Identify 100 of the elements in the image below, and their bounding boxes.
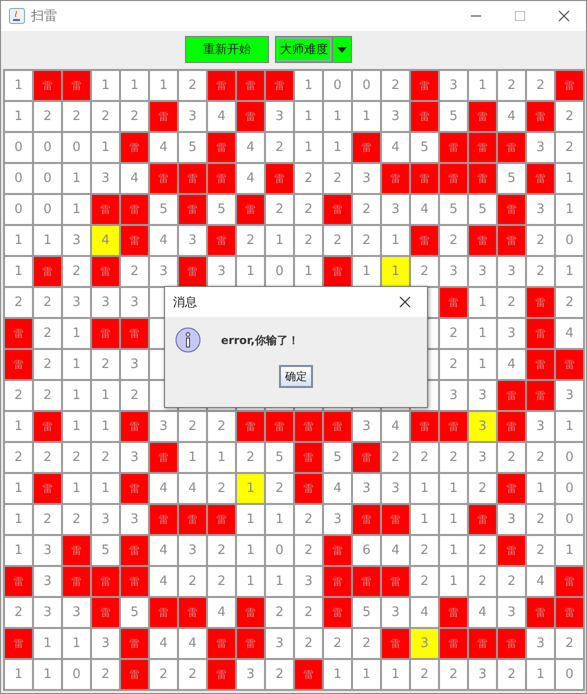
mine-cell[interactable]: 雷 xyxy=(440,629,467,658)
number-cell[interactable]: 2 xyxy=(63,257,90,286)
number-cell[interactable]: 4 xyxy=(150,226,177,255)
mine-cell[interactable]: 雷 xyxy=(498,133,525,162)
number-cell[interactable]: 2 xyxy=(34,381,61,410)
number-cell[interactable]: 0 xyxy=(556,660,583,689)
number-cell[interactable]: 1 xyxy=(5,505,32,534)
number-cell[interactable]: 1 xyxy=(5,660,32,689)
mine-cell[interactable]: 雷 xyxy=(92,195,119,224)
number-cell[interactable]: 5 xyxy=(440,102,467,131)
number-cell[interactable]: 3 xyxy=(469,443,496,472)
number-cell[interactable]: 4 xyxy=(411,195,438,224)
number-cell[interactable]: 5 xyxy=(324,443,351,472)
number-cell[interactable]: 2 xyxy=(237,443,264,472)
number-cell[interactable]: 0 xyxy=(266,536,293,565)
mine-cell[interactable]: 雷 xyxy=(440,288,467,317)
number-cell[interactable]: 2 xyxy=(179,412,206,441)
number-cell[interactable]: 5 xyxy=(92,536,119,565)
number-cell[interactable]: 3 xyxy=(469,381,496,410)
mine-cell[interactable]: 雷 xyxy=(353,133,380,162)
number-cell[interactable]: 2 xyxy=(266,133,293,162)
number-cell[interactable]: 3 xyxy=(382,474,409,503)
number-cell[interactable]: 3 xyxy=(440,257,467,286)
number-cell[interactable]: 0 xyxy=(353,71,380,100)
number-cell[interactable]: 2 xyxy=(34,102,61,131)
number-cell[interactable]: 3 xyxy=(527,412,554,441)
number-cell[interactable]: 5 xyxy=(498,164,525,193)
number-cell[interactable]: 3 xyxy=(382,102,409,131)
number-cell[interactable]: 1 xyxy=(353,660,380,689)
mine-cell[interactable]: 雷 xyxy=(527,164,554,193)
number-cell[interactable]: 3 xyxy=(266,102,293,131)
mine-cell[interactable]: 雷 xyxy=(179,195,206,224)
number-cell[interactable]: 3 xyxy=(353,474,380,503)
number-cell[interactable]: 0 xyxy=(63,133,90,162)
mine-cell[interactable]: 雷 xyxy=(63,536,90,565)
number-cell[interactable]: 4 xyxy=(498,350,525,379)
mine-cell[interactable]: 雷 xyxy=(237,102,264,131)
mine-cell[interactable]: 雷 xyxy=(121,474,148,503)
mine-cell[interactable]: 雷 xyxy=(208,133,235,162)
number-cell[interactable]: 0 xyxy=(34,133,61,162)
number-cell[interactable]: 1 xyxy=(295,102,322,131)
number-cell[interactable]: 3 xyxy=(295,567,322,596)
number-cell[interactable]: 1 xyxy=(5,71,32,100)
mine-cell[interactable]: 雷 xyxy=(382,505,409,534)
number-cell[interactable]: 2 xyxy=(295,226,322,255)
number-cell[interactable]: 3 xyxy=(469,257,496,286)
number-cell[interactable]: 2 xyxy=(208,474,235,503)
number-cell[interactable]: 3 xyxy=(121,350,148,379)
number-cell[interactable]: 1 xyxy=(34,226,61,255)
number-cell[interactable]: 0 xyxy=(324,71,351,100)
mine-cell[interactable]: 雷 xyxy=(5,319,32,348)
number-cell[interactable]: 3 xyxy=(63,226,90,255)
mine-cell[interactable]: 雷 xyxy=(266,71,293,100)
mine-cell[interactable]: 雷 xyxy=(324,257,351,286)
mine-cell[interactable]: 雷 xyxy=(440,598,467,627)
number-cell[interactable]: 2 xyxy=(527,505,554,534)
number-cell[interactable]: 1 xyxy=(208,443,235,472)
number-cell[interactable]: 2 xyxy=(556,288,583,317)
mine-cell[interactable]: 雷 xyxy=(121,629,148,658)
mine-cell[interactable]: 雷 xyxy=(556,71,583,100)
number-cell[interactable]: 3 xyxy=(266,629,293,658)
mine-cell[interactable]: 雷 xyxy=(440,164,467,193)
number-cell[interactable]: 2 xyxy=(382,71,409,100)
number-cell[interactable]: 5 xyxy=(179,133,206,162)
mine-cell[interactable]: 雷 xyxy=(498,629,525,658)
mine-cell[interactable]: 雷 xyxy=(469,226,496,255)
number-cell[interactable]: 2 xyxy=(63,443,90,472)
number-cell[interactable]: 1 xyxy=(92,133,119,162)
number-cell[interactable]: 1 xyxy=(527,474,554,503)
number-cell[interactable]: 2 xyxy=(527,226,554,255)
number-cell[interactable]: 2 xyxy=(440,350,467,379)
number-cell[interactable]: 2 xyxy=(382,443,409,472)
number-cell[interactable]: 1 xyxy=(382,257,409,286)
number-cell[interactable]: 1 xyxy=(324,102,351,131)
number-cell[interactable]: 1 xyxy=(440,536,467,565)
mine-cell[interactable]: 雷 xyxy=(382,164,409,193)
number-cell[interactable]: 1 xyxy=(237,536,264,565)
number-cell[interactable]: 2 xyxy=(34,505,61,534)
number-cell[interactable]: 2 xyxy=(324,629,351,658)
number-cell[interactable]: 1 xyxy=(92,381,119,410)
mine-cell[interactable]: 雷 xyxy=(121,660,148,689)
mine-cell[interactable]: 雷 xyxy=(295,412,322,441)
number-cell[interactable]: 1 xyxy=(121,71,148,100)
mine-cell[interactable]: 雷 xyxy=(208,71,235,100)
number-cell[interactable]: 1 xyxy=(34,629,61,658)
number-cell[interactable]: 2 xyxy=(527,71,554,100)
mine-cell[interactable]: 雷 xyxy=(527,319,554,348)
number-cell[interactable]: 2 xyxy=(498,660,525,689)
number-cell[interactable]: 2 xyxy=(266,195,293,224)
number-cell[interactable]: 4 xyxy=(527,567,554,596)
number-cell[interactable]: 1 xyxy=(382,226,409,255)
number-cell[interactable]: 3 xyxy=(353,164,380,193)
mine-cell[interactable]: 雷 xyxy=(208,660,235,689)
number-cell[interactable]: 2 xyxy=(208,412,235,441)
mine-cell[interactable]: 雷 xyxy=(121,133,148,162)
number-cell[interactable]: 3 xyxy=(527,133,554,162)
number-cell[interactable]: 2 xyxy=(440,443,467,472)
number-cell[interactable]: 2 xyxy=(469,536,496,565)
number-cell[interactable]: 3 xyxy=(150,257,177,286)
number-cell[interactable]: 1 xyxy=(92,412,119,441)
